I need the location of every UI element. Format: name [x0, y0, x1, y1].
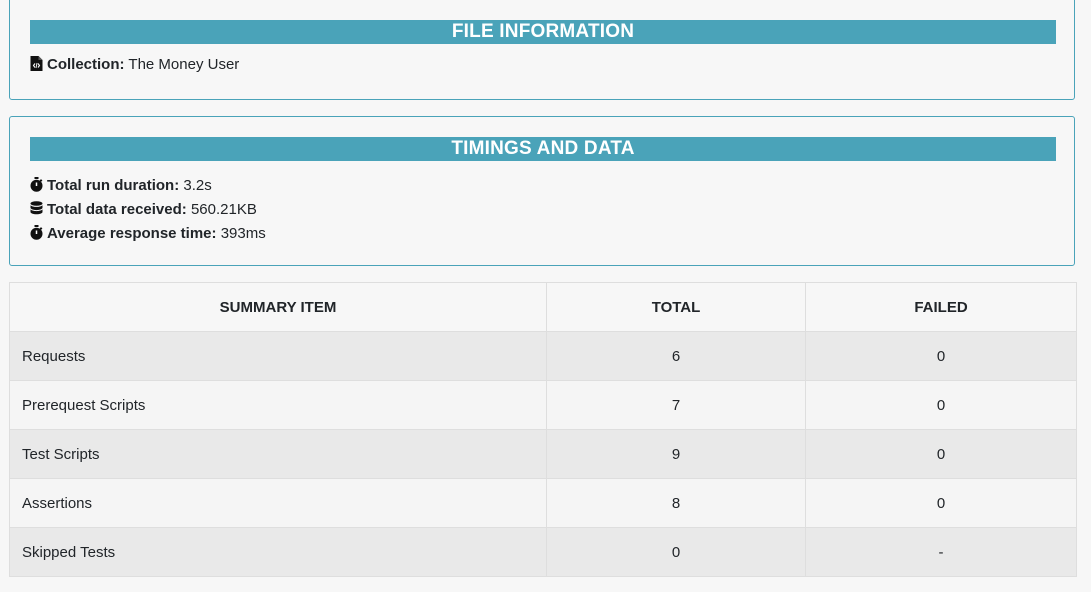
- column-header-total: TOTAL: [546, 282, 806, 332]
- summary-item-cell: Prerequest Scripts: [9, 380, 547, 430]
- total-run-duration-line: Total run duration: 3.2s: [30, 176, 212, 196]
- column-header-failed: FAILED: [805, 282, 1077, 332]
- file-information-header: FILE INFORMATION: [30, 20, 1056, 44]
- table-row: Skipped Tests 0 -: [9, 527, 1077, 577]
- timings-card: TIMINGS AND DATA Total run duration: 3.2…: [9, 116, 1075, 266]
- summary-item-cell: Skipped Tests: [9, 527, 547, 577]
- failed-cell: -: [805, 527, 1077, 577]
- column-header-summary-item: SUMMARY ITEM: [9, 282, 547, 332]
- database-icon: [30, 201, 43, 216]
- average-response-time-value: 393ms: [220, 225, 266, 242]
- failed-cell: 0: [805, 331, 1077, 381]
- timings-header: TIMINGS AND DATA: [30, 137, 1056, 161]
- total-cell: 8: [546, 478, 806, 528]
- total-data-received-line: Total data received: 560.21KB: [30, 200, 257, 220]
- summary-table: SUMMARY ITEM TOTAL FAILED Requests 6 0 P…: [9, 282, 1077, 577]
- failed-cell: 0: [805, 478, 1077, 528]
- stopwatch-icon: [30, 225, 43, 240]
- summary-item-cell: Requests: [9, 331, 547, 381]
- table-row: Requests 6 0: [9, 331, 1077, 381]
- table-row: Prerequest Scripts 7 0: [9, 380, 1077, 430]
- file-information-card: FILE INFORMATION Collection: The Money U…: [9, 0, 1075, 100]
- file-code-icon: [30, 56, 43, 71]
- total-data-received-label: Total data received:: [47, 201, 187, 218]
- summary-header-row: SUMMARY ITEM TOTAL FAILED: [9, 282, 1077, 332]
- total-cell: 7: [546, 380, 806, 430]
- failed-cell: 0: [805, 380, 1077, 430]
- total-cell: 9: [546, 429, 806, 479]
- stopwatch-icon: [30, 177, 43, 192]
- total-run-duration-label: Total run duration:: [47, 177, 180, 194]
- failed-cell: 0: [805, 429, 1077, 479]
- total-data-received-value: 560.21KB: [190, 201, 257, 218]
- summary-item-cell: Test Scripts: [9, 429, 547, 479]
- table-row: Test Scripts 9 0: [9, 429, 1077, 479]
- collection-line: Collection: The Money User: [30, 55, 239, 75]
- collection-label: Collection:: [47, 56, 125, 73]
- average-response-time-line: Average response time: 393ms: [30, 224, 266, 244]
- collection-value: The Money User: [128, 56, 240, 73]
- table-row: Assertions 8 0: [9, 478, 1077, 528]
- total-cell: 6: [546, 331, 806, 381]
- average-response-time-label: Average response time:: [47, 225, 217, 242]
- total-cell: 0: [546, 527, 806, 577]
- total-run-duration-value: 3.2s: [183, 177, 212, 194]
- summary-item-cell: Assertions: [9, 478, 547, 528]
